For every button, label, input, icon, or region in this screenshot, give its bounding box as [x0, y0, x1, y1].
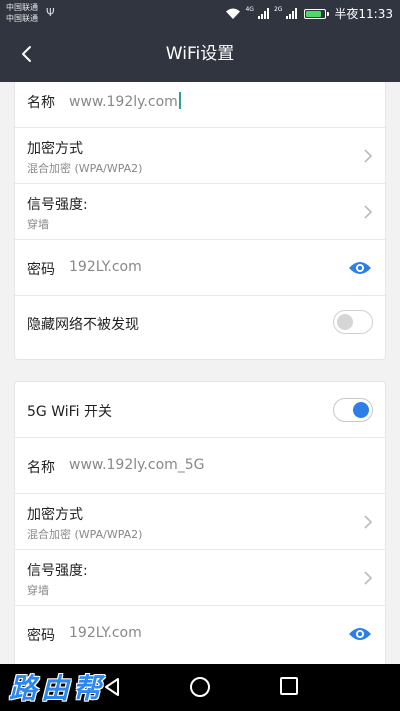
- battery-level-fill: [306, 10, 321, 17]
- password-label: 密码: [27, 262, 55, 278]
- password-input[interactable]: 192LY.com: [69, 259, 142, 275]
- nav-home-icon[interactable]: [190, 677, 210, 697]
- wifi-icon: [226, 8, 241, 19]
- 5g-name-label: 名称: [27, 460, 55, 476]
- battery-icon: [304, 8, 330, 19]
- watermark-logo: 路由帮: [9, 672, 106, 705]
- wifi-5g-card: 5G WiFi 开关 名称 www.192ly.com_5G 加密方式 混合加密…: [14, 381, 386, 664]
- usb-icon: Ψ: [46, 6, 55, 19]
- status-bar: 中国联通 中国联通 Ψ 4G 2G 半夜11:33: [0, 0, 400, 27]
- password-row[interactable]: 密码 192LY.com: [15, 240, 385, 296]
- hidden-network-row: 隐藏网络不被发现: [15, 296, 385, 351]
- app-bar: WiFi设置: [0, 27, 400, 82]
- name-input[interactable]: www.192ly.com: [69, 92, 181, 110]
- 5g-password-label: 密码: [27, 628, 55, 644]
- eye-icon[interactable]: [348, 260, 372, 276]
- name-value: www.192ly.com: [69, 94, 178, 110]
- chevron-right-icon: [364, 205, 373, 219]
- signal-icon: [257, 8, 269, 19]
- 5g-signal-strength-value: 穿墙: [27, 584, 49, 597]
- encryption-label: 加密方式: [27, 141, 83, 157]
- signal-strength-label: 信号强度:: [27, 197, 88, 213]
- hidden-network-toggle[interactable]: [333, 310, 373, 334]
- signal-strength-value: 穿墙: [27, 218, 49, 231]
- 5g-password-row[interactable]: 密码 192LY.com: [15, 606, 385, 662]
- carrier-label-1: 中国联通: [6, 3, 38, 12]
- 5g-switch-label: 5G WiFi 开关: [27, 404, 113, 420]
- chevron-right-icon: [364, 149, 373, 163]
- signal-icon: [286, 8, 298, 19]
- toggle-knob: [353, 402, 369, 418]
- chevron-right-icon: [364, 515, 373, 529]
- clock: 半夜11:33: [334, 7, 393, 21]
- 5g-password-input[interactable]: 192LY.com: [69, 625, 142, 641]
- encryption-row[interactable]: 加密方式 混合加密 (WPA/WPA2): [15, 128, 385, 184]
- settings-content[interactable]: 名称 www.192ly.com 加密方式 混合加密 (WPA/WPA2) 信号…: [0, 82, 400, 664]
- wifi-24g-card: 名称 www.192ly.com 加密方式 混合加密 (WPA/WPA2) 信号…: [14, 82, 386, 360]
- page-title: WiFi设置: [165, 44, 235, 64]
- status-indicators: 4G 2G 半夜11:33: [225, 5, 393, 22]
- name-label: 名称: [27, 95, 55, 111]
- eye-icon[interactable]: [348, 626, 372, 642]
- 5g-name-input[interactable]: www.192ly.com_5G: [69, 457, 205, 473]
- 5g-wifi-toggle[interactable]: [333, 398, 373, 422]
- 5g-signal-strength-row[interactable]: 信号强度: 穿墙: [15, 550, 385, 606]
- network-type-2: 2G: [273, 6, 283, 13]
- nav-recent-apps-icon[interactable]: [280, 677, 298, 695]
- 5g-signal-strength-label: 信号强度:: [27, 563, 88, 579]
- name-row[interactable]: 名称 www.192ly.com: [15, 82, 385, 128]
- hidden-network-label: 隐藏网络不被发现: [27, 317, 139, 333]
- 5g-encryption-value: 混合加密 (WPA/WPA2): [27, 528, 143, 541]
- text-cursor: [178, 92, 181, 109]
- network-type-1: 4G: [245, 6, 254, 13]
- chevron-left-icon[interactable]: [14, 41, 40, 67]
- toggle-knob: [337, 314, 353, 330]
- 5g-switch-row: 5G WiFi 开关: [15, 382, 385, 438]
- encryption-value: 混合加密 (WPA/WPA2): [27, 162, 143, 175]
- 5g-encryption-row[interactable]: 加密方式 混合加密 (WPA/WPA2): [15, 494, 385, 550]
- chevron-right-icon: [364, 571, 373, 585]
- 5g-name-row[interactable]: 名称 www.192ly.com_5G: [15, 438, 385, 494]
- carrier-label-2: 中国联通: [6, 14, 38, 23]
- 5g-encryption-label: 加密方式: [27, 507, 83, 523]
- signal-strength-row[interactable]: 信号强度: 穿墙: [15, 184, 385, 240]
